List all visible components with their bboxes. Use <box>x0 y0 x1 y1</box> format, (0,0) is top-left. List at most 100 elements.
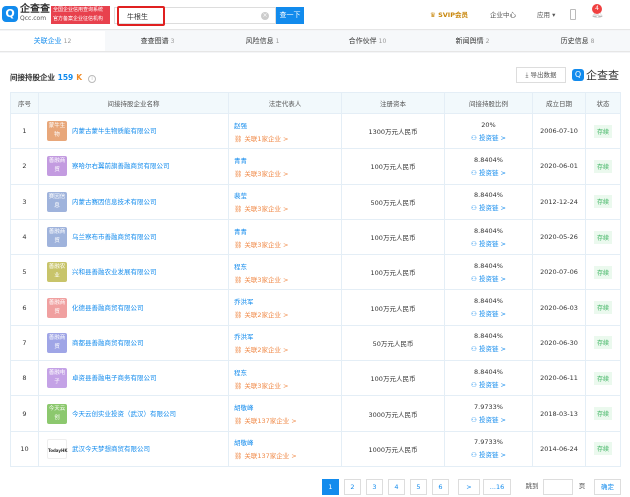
section-count: 159 <box>57 73 74 82</box>
export-button[interactable]: ⤓ 导出数据 <box>516 67 566 83</box>
investment-chain-link[interactable]: ⚇ 投资链 > <box>445 449 532 459</box>
tab-label: 风险信息 <box>245 37 274 45</box>
tab-2[interactable]: 风险信息 1 <box>210 31 315 51</box>
related-companies-link[interactable]: ⛓ 关联137家企业 > <box>234 450 341 460</box>
legal-rep-link[interactable]: 裴莹 <box>234 190 341 200</box>
company-logo: 善融商贸 <box>47 156 67 177</box>
tab-0[interactable]: 关联企业 12 <box>0 31 105 51</box>
tab-label: 合作伙伴 <box>348 37 377 45</box>
chain-label: 投资链 > <box>478 345 506 354</box>
legal-rep-link[interactable]: 程东 <box>234 261 341 271</box>
status-badge: 存续 <box>593 336 612 350</box>
founded-date: 2020-06-01 <box>532 148 586 185</box>
investment-chain-link[interactable]: ⚇ 投资链 > <box>445 202 532 212</box>
chain-icon: ⚇ <box>471 310 479 319</box>
related-companies-link[interactable]: ⛓ 关联3家企业 > <box>234 203 341 213</box>
tab-count: 2 <box>485 38 490 45</box>
section-title: 间接持股企业 159 Ki <box>10 72 97 83</box>
tab-1[interactable]: 查查图谱 3 <box>105 31 210 51</box>
tab-count: 8 <box>590 38 595 45</box>
tab-3[interactable]: 合作伙伴 10 <box>315 31 420 51</box>
investment-chain-link[interactable]: ⚇ 投资链 > <box>445 167 532 177</box>
related-companies-link[interactable]: ⛓ 关联2家企业 > <box>234 344 341 354</box>
company-name-link[interactable]: 兴和县善融农业发展有限公司 <box>72 268 157 276</box>
tab-5[interactable]: 历史信息 8 <box>525 31 630 51</box>
info-icon[interactable]: i <box>88 75 97 83</box>
legal-rep-link[interactable]: 青青 <box>234 155 341 165</box>
chain-icon: ⚇ <box>471 274 479 283</box>
svip-link[interactable]: ♛ SVIP会员 <box>430 9 468 19</box>
legal-rep-link[interactable]: 赵强 <box>234 120 341 130</box>
investment-chain-link[interactable]: ⚇ 投资链 > <box>445 379 532 389</box>
registered-capital: 3000万元人民币 <box>341 395 445 432</box>
legal-rep-link[interactable]: 程东 <box>234 367 341 377</box>
enterprise-center-link[interactable]: 企业中心 <box>490 9 516 19</box>
apps-menu[interactable]: 应用 ▾ <box>537 9 555 19</box>
page-button[interactable]: 6 <box>432 479 449 495</box>
investment-chain-link[interactable]: ⚇ 投资链 > <box>445 273 532 283</box>
related-companies-link[interactable]: ⛓ 关联3家企业 > <box>234 239 341 249</box>
investment-chain-link[interactable]: ⚇ 投资链 > <box>445 308 532 318</box>
page-button[interactable]: 1 <box>322 479 339 495</box>
qcc-logo[interactable]: Q 企查查 Qcc.com <box>2 5 50 23</box>
confirm-button[interactable]: 确定 <box>594 479 621 495</box>
status-badge: 存续 <box>593 371 612 385</box>
holding-ratio: 8.8404% <box>474 367 503 376</box>
page-jump-input[interactable] <box>543 479 573 495</box>
table-row: 3 赛因信息 内蒙古赛因信息技术有限公司 裴莹 ⛓ 关联3家企业 > 500万元人民… <box>10 183 621 220</box>
related-label: 关联3家企业 > <box>244 275 289 284</box>
company-name-link[interactable]: 内蒙古蒙牛生物质能有限公司 <box>72 127 157 135</box>
registered-capital: 1300万元人民币 <box>341 112 445 150</box>
tab-4[interactable]: 新闻舆情 2 <box>420 31 525 51</box>
related-companies-link[interactable]: ⛓ 关联3家企业 > <box>234 168 341 178</box>
company-logo: 赛因信息 <box>47 191 67 212</box>
related-label: 关联3家企业 > <box>244 240 289 249</box>
company-name-link[interactable]: 今天云创实业投资（武汉）有限公司 <box>72 410 176 418</box>
search-button[interactable]: 查一下 <box>276 7 304 24</box>
chain-label: 投资链 > <box>478 204 506 213</box>
related-label: 关联137家企业 > <box>244 417 297 426</box>
search-value[interactable]: 牛根生 <box>117 6 165 26</box>
logo-text: 企查查 <box>20 4 50 15</box>
chain-label: 投资链 > <box>478 168 506 177</box>
related-companies-link[interactable]: ⛓ 关联1家企业 > <box>234 133 341 143</box>
legal-rep-link[interactable]: 乔洪军 <box>234 331 341 341</box>
page-button[interactable]: 2 <box>344 479 361 495</box>
logo-sub: Qcc.com <box>20 15 47 22</box>
related-companies-link[interactable]: ⛓ 关联3家企业 > <box>234 380 341 390</box>
related-companies-link[interactable]: ⛓ 关联2家企业 > <box>234 309 341 319</box>
investment-chain-link[interactable]: ⚇ 投资链 > <box>445 414 532 424</box>
page-button[interactable]: 5 <box>410 479 427 495</box>
status-badge: 存续 <box>593 230 612 244</box>
page-unit-label: 页 <box>578 482 586 490</box>
page-button[interactable]: 3 <box>366 479 383 495</box>
next-page-button[interactable]: > <box>458 479 480 495</box>
mobile-icon[interactable] <box>570 9 576 20</box>
search-input[interactable]: 牛根生 × <box>114 6 276 26</box>
company-name-link[interactable]: 察哈尔右翼前旗善融商贸有限公司 <box>72 162 170 170</box>
investment-chain-link[interactable]: ⚇ 投资链 > <box>445 343 532 353</box>
slogan-line: 官方备案企业征信机构 <box>53 16 104 22</box>
legal-rep-link[interactable]: 胡敬峰 <box>234 437 341 447</box>
related-companies-link[interactable]: ⛓ 关联3家企业 > <box>234 274 341 284</box>
company-name-link[interactable]: 内蒙古赛因信息技术有限公司 <box>72 198 157 206</box>
founded-date: 2020-05-26 <box>532 218 586 256</box>
founded-date: 2006-07-10 <box>532 112 586 150</box>
legal-rep-link[interactable]: 乔洪军 <box>234 296 341 306</box>
legal-rep-link[interactable]: 胡敬峰 <box>234 402 341 412</box>
company-name-link[interactable]: 乌兰察布市善融商贸有限公司 <box>72 233 157 241</box>
column-header: 间接持股企业名称 <box>38 92 229 114</box>
company-name-link[interactable]: 武汉今天梦想商贸有限公司 <box>72 445 150 453</box>
relation-icon: ⛓ <box>234 134 245 143</box>
investment-chain-link[interactable]: ⚇ 投资链 > <box>445 132 532 142</box>
page-button[interactable]: 4 <box>388 479 405 495</box>
related-companies-link[interactable]: ⛓ 关联137家企业 > <box>234 415 341 425</box>
company-name-link[interactable]: 化德县善融商贸有限公司 <box>72 304 144 312</box>
investment-chain-link[interactable]: ⚇ 投资链 > <box>445 238 532 248</box>
chain-icon: ⚇ <box>471 239 479 248</box>
legal-rep-link[interactable]: 青青 <box>234 226 341 236</box>
company-name-link[interactable]: 商都县善融商贸有限公司 <box>72 339 144 347</box>
last-page-button[interactable]: ...16 <box>483 479 511 495</box>
clear-icon[interactable]: × <box>261 12 269 20</box>
company-name-link[interactable]: 卓资县善融电子商务有限公司 <box>72 374 157 382</box>
